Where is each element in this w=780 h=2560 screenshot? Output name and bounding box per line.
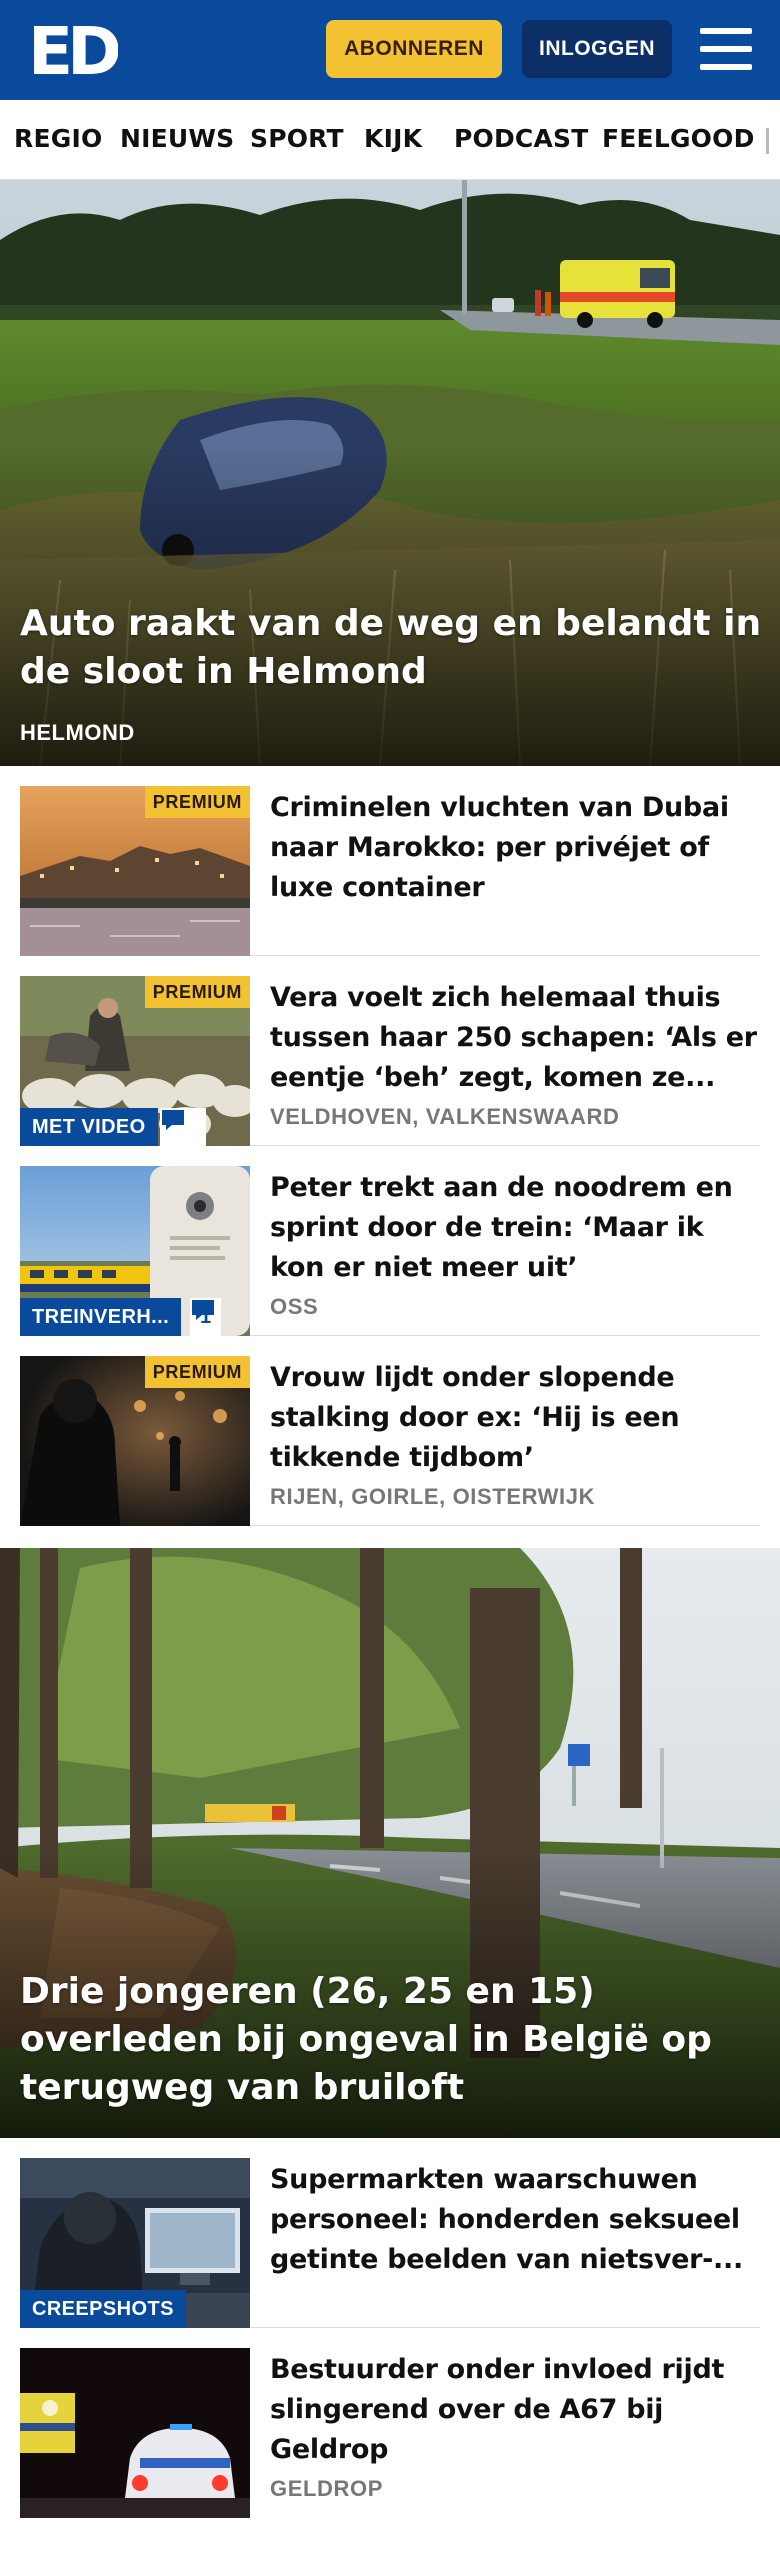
nav-overflow-divider	[766, 128, 769, 154]
article-title[interactable]: Bestuurder onder invloed rijdt slingeren…	[270, 2350, 760, 2470]
article-thumbnail	[20, 2348, 250, 2518]
comment-icon	[192, 1300, 214, 1320]
comment-badge[interactable]	[160, 1108, 206, 1146]
category-tag: TREINVERH...	[20, 1298, 182, 1336]
nav-item-regio[interactable]: REGIO	[14, 124, 102, 153]
article-location: RIJEN, GOIRLE, OISTERWIJK	[270, 1484, 596, 1509]
list-item[interactable]: PREMIUM Criminelen vluchten van Dubai na…	[20, 766, 760, 956]
premium-badge: PREMIUM	[144, 786, 250, 818]
nav-item-sport[interactable]: SPORT	[250, 124, 344, 153]
subscribe-button[interactable]: ABONNEREN	[326, 20, 502, 78]
list-item[interactable]: Bestuurder onder invloed rijdt slingeren…	[20, 2328, 760, 2540]
login-button[interactable]: INLOGGEN	[522, 20, 672, 78]
article-location: VELDHOVEN, VALKENSWAARD	[270, 1104, 620, 1129]
article-thumbnail: CREEPSHOTS	[20, 2158, 250, 2328]
nav-item-kijk[interactable]: KIJK	[364, 124, 422, 153]
list-item[interactable]: PREMIUM Vrouw lijdt onder slopende stalk…	[20, 1336, 760, 1526]
article-location: OSS	[270, 1294, 319, 1319]
list-item[interactable]: TREINVERH... 1 Peter trekt aan de noodre…	[20, 1146, 760, 1336]
hero-article-helmond[interactable]: Auto raakt van de weg en belandt in de s…	[0, 180, 780, 766]
comment-badge[interactable]: 1	[190, 1298, 222, 1336]
ed-logo[interactable]: ED	[28, 18, 118, 80]
site-header: ED ABONNEREN INLOGGEN	[0, 0, 780, 100]
premium-badge: PREMIUM	[144, 1356, 250, 1388]
svg-text:ED: ED	[28, 18, 118, 80]
list-item[interactable]: CREEPSHOTS Supermarkten waarschuwen pers…	[20, 2138, 760, 2328]
hero-article-belgie[interactable]: Drie jongeren (26, 25 en 15) overleden b…	[0, 1548, 780, 2138]
hero-title[interactable]: Auto raakt van de weg en belandt in de s…	[20, 600, 762, 696]
thumb-photo-police-car-night	[20, 2348, 250, 2518]
article-title[interactable]: Vrouw lijdt onder slopende stalking door…	[270, 1358, 760, 1478]
article-thumbnail: TREINVERH... 1	[20, 1166, 250, 1336]
article-title[interactable]: Peter trekt aan de noodrem en sprint doo…	[270, 1168, 760, 1288]
article-thumbnail: PREMIUM	[20, 786, 250, 956]
hamburger-menu-icon[interactable]	[700, 26, 752, 72]
article-thumbnail: PREMIUM MET VIDEO	[20, 976, 250, 1146]
section-nav: REGIO NIEUWS SPORT KIJK PODCAST FEELGOOD	[0, 100, 780, 180]
category-tag: CREEPSHOTS	[20, 2290, 186, 2328]
video-tag: MET VIDEO	[20, 1108, 158, 1146]
nav-item-feelgood[interactable]: FEELGOOD	[602, 124, 755, 153]
article-thumbnail: PREMIUM	[20, 1356, 250, 1526]
article-title[interactable]: Supermarkten waarschuwen personeel: hond…	[270, 2160, 760, 2280]
nav-item-nieuws[interactable]: NIEUWS	[120, 124, 234, 153]
premium-badge: PREMIUM	[144, 976, 250, 1008]
list-item[interactable]: PREMIUM MET VIDEO Vera voelt zich helema…	[20, 956, 760, 1146]
hero-title[interactable]: Drie jongeren (26, 25 en 15) overleden b…	[20, 1968, 762, 2112]
article-location: GELDROP	[270, 2476, 383, 2501]
hero-location: HELMOND	[20, 720, 135, 745]
article-title[interactable]: Vera voelt zich helemaal thuis tussen ha…	[270, 978, 760, 1098]
article-title[interactable]: Criminelen vluchten van Dubai naar Marok…	[270, 788, 760, 908]
nav-item-podcast[interactable]: PODCAST	[454, 124, 588, 153]
comment-icon	[162, 1110, 184, 1130]
